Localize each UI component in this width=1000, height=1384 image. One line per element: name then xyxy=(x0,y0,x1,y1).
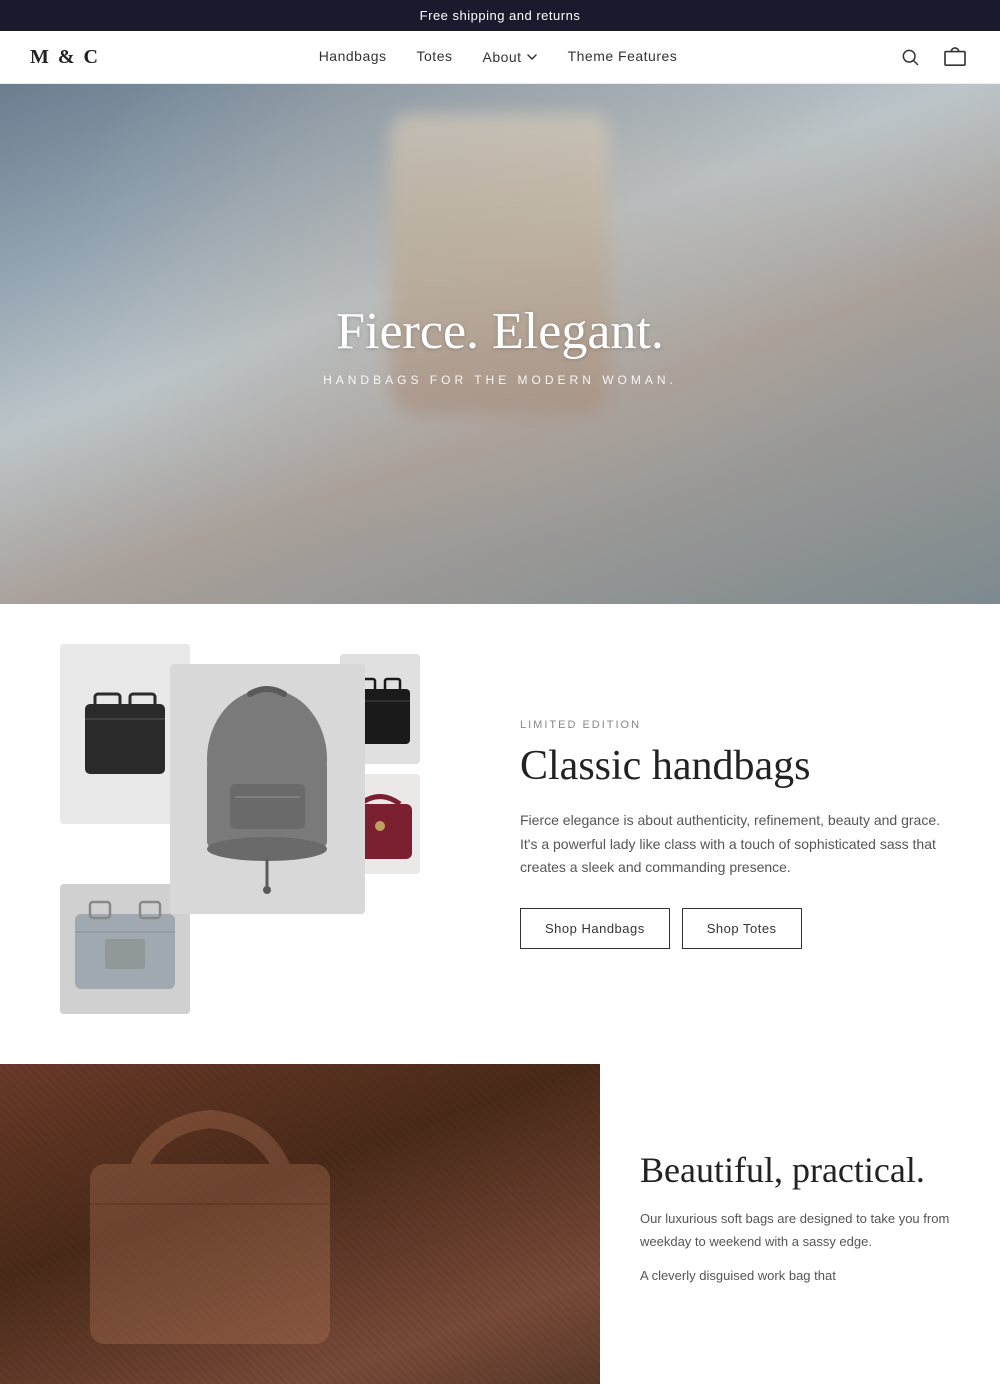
feature-buttons: Shop Handbags Shop Totes xyxy=(520,908,940,949)
second-section: Beautiful, practical. Our luxurious soft… xyxy=(0,1064,1000,1384)
shop-totes-button[interactable]: Shop Totes xyxy=(682,908,802,949)
second-text-2: A cleverly disguised work bag that xyxy=(640,1265,960,1287)
limited-edition-label: LIMITED EDITION xyxy=(520,719,940,731)
nav-link-about[interactable]: About xyxy=(482,49,537,65)
second-text-1: Our luxurious soft bags are designed to … xyxy=(640,1208,960,1252)
cart-icon xyxy=(944,47,966,67)
hero-content: Fierce. Elegant. HANDBAGS FOR THE MODERN… xyxy=(323,302,677,387)
nav-item-totes[interactable]: Totes xyxy=(417,48,453,66)
logo[interactable]: M & C xyxy=(30,46,100,69)
announcement-text: Free shipping and returns xyxy=(420,8,581,23)
nav-item-handbags[interactable]: Handbags xyxy=(319,48,387,66)
nav-link-totes[interactable]: Totes xyxy=(417,48,453,64)
search-icon xyxy=(900,47,920,67)
main-nav: Handbags Totes About Theme Features xyxy=(319,48,678,66)
announcement-bar: Free shipping and returns xyxy=(0,0,1000,31)
search-button[interactable] xyxy=(896,43,924,71)
nav-list: Handbags Totes About Theme Features xyxy=(319,48,678,66)
feature-description: Fierce elegance is about authenticity, r… xyxy=(520,809,940,880)
header: M & C Handbags Totes About Theme Feature… xyxy=(0,31,1000,84)
nav-item-theme-features[interactable]: Theme Features xyxy=(568,48,678,66)
second-heading: Beautiful, practical. xyxy=(640,1149,960,1192)
feature-images xyxy=(60,644,460,1024)
second-section-content: Beautiful, practical. Our luxurious soft… xyxy=(600,1064,1000,1384)
nav-link-handbags[interactable]: Handbags xyxy=(319,48,387,64)
decorative-bag-svg xyxy=(60,1084,360,1364)
chevron-down-icon xyxy=(526,51,538,63)
header-icons xyxy=(896,43,970,71)
feature-section: LIMITED EDITION Classic handbags Fierce … xyxy=(0,604,1000,1064)
hero-title: Fierce. Elegant. xyxy=(323,302,677,361)
feature-image-2 xyxy=(170,664,365,914)
shop-handbags-button[interactable]: Shop Handbags xyxy=(520,908,670,949)
feature-heading: Classic handbags xyxy=(520,743,940,789)
cart-button[interactable] xyxy=(940,43,970,71)
second-section-image xyxy=(0,1064,600,1384)
feature-content: LIMITED EDITION Classic handbags Fierce … xyxy=(520,719,940,950)
nav-item-about[interactable]: About xyxy=(482,49,537,65)
hero-subtitle: HANDBAGS FOR THE MODERN WOMAN. xyxy=(323,373,677,387)
nav-link-theme-features[interactable]: Theme Features xyxy=(568,48,678,64)
hero-section: Fierce. Elegant. HANDBAGS FOR THE MODERN… xyxy=(0,84,1000,604)
